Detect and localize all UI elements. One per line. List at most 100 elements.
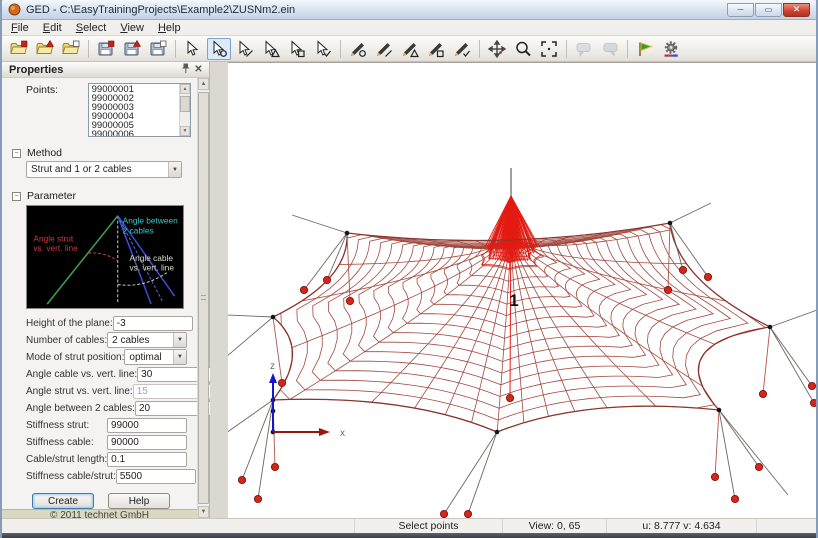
field-input-stiffness-cable[interactable] (107, 434, 187, 450)
help-button[interactable]: Help (108, 493, 170, 509)
scrollbar-thumb[interactable] (180, 96, 190, 112)
create-button[interactable]: Create (32, 493, 94, 509)
app-icon (8, 3, 21, 16)
menu-file[interactable]: File (4, 21, 36, 35)
points-label: Points: (26, 84, 59, 96)
field-input-stiffness-strut[interactable] (107, 417, 187, 433)
panel-scrollbar[interactable]: ▲ ▼ (197, 78, 209, 518)
points-list-scrollbar[interactable]: ▲ ▼ (179, 84, 190, 136)
field-label: Stiffness cable/strut: (26, 470, 116, 482)
menu-help[interactable]: Help (151, 21, 188, 35)
properties-panel-header: Properties ✕ (2, 62, 209, 78)
field-input-stiffness-cable-strut[interactable] (115, 468, 196, 484)
scrollbar-thumb[interactable] (198, 92, 209, 504)
close-button[interactable]: ✕ (783, 2, 810, 17)
main-area: Properties ✕ Points: 99000001 99000002 990… (2, 62, 816, 521)
parameter-fields: Height of the plane:Number of cables:2 c… (2, 313, 218, 485)
move-view-tool-button[interactable] (485, 38, 509, 60)
method-section-header[interactable]: − Method (2, 147, 197, 159)
field-row-angle-between-2-cables: Angle between 2 cables: (2, 400, 215, 416)
points-list: 99000001 99000002 99000003 99000004 99000005… (89, 84, 179, 136)
window-bottom-edge (2, 533, 816, 538)
points-listbox[interactable]: 99000001 99000002 99000003 99000004 99000005… (87, 83, 191, 137)
toolbar-separator (340, 39, 341, 58)
collapse-icon[interactable]: − (12, 191, 21, 201)
menu-view[interactable]: View (113, 21, 151, 35)
select-value: optimal (129, 351, 162, 363)
select-lines-tool-button[interactable] (233, 38, 257, 60)
draw-quads-tool-button[interactable] (424, 38, 448, 60)
collapse-icon[interactable]: − (12, 148, 21, 158)
select-apply-tool-button[interactable] (311, 38, 335, 60)
select-quads-tool-button[interactable] (285, 38, 309, 60)
scroll-down-icon[interactable]: ▼ (180, 126, 190, 136)
save-file-c-button[interactable] (146, 38, 170, 60)
field-row-stiffness-strut: Stiffness strut: (2, 417, 197, 433)
panel-splitter[interactable] (210, 62, 228, 518)
settings-button[interactable] (659, 38, 683, 60)
chevron-down-icon[interactable]: ▼ (173, 350, 186, 364)
ged-application-window: GED - C:\EasyTrainingProjects\Example2\Z… (0, 0, 818, 538)
model-viewport[interactable]: z x 1 (228, 62, 816, 518)
menu-select[interactable]: Select (69, 21, 114, 35)
field-input-cable-strut-length[interactable] (107, 451, 188, 467)
maximize-button[interactable]: ▭ (755, 2, 782, 17)
draw-points-tool-button[interactable] (346, 38, 370, 60)
run-button[interactable] (633, 38, 657, 60)
select-tool-button[interactable] (181, 38, 205, 60)
method-select[interactable]: Strut and 1 or 2 cables ▼ (26, 161, 182, 178)
open-file-b-button[interactable] (33, 38, 57, 60)
select-points-tool-button[interactable] (207, 37, 231, 60)
field-row-mode-of-strut-position: Mode of strut position: optimal ▼ (2, 349, 197, 365)
field-label: Height of the plane: (26, 317, 113, 329)
node-label: 1 (509, 291, 518, 310)
field-label: Angle between 2 cables: (26, 402, 135, 414)
scroll-down-icon[interactable]: ▼ (198, 506, 209, 518)
field-input-height-of-the-plane[interactable] (112, 315, 193, 331)
minimize-button[interactable]: ─ (727, 2, 754, 17)
field-label: Stiffness cable: (26, 436, 94, 448)
svg-text:vs. vert. line: vs. vert. line (130, 263, 175, 273)
status-extra (756, 519, 816, 533)
open-file-a-button[interactable] (7, 38, 31, 60)
properties-panel-title: Properties (9, 63, 64, 76)
draw-apply-tool-button[interactable] (450, 38, 474, 60)
menu-bar: File Edit Select View Help (2, 20, 816, 36)
field-select-number-of-cables[interactable]: 2 cables ▼ (107, 332, 187, 348)
toolbar-separator (627, 39, 628, 58)
method-section-label: Method (27, 147, 63, 159)
parameter-section-header[interactable]: − Parameter (2, 190, 197, 202)
status-uv-coordinates: u: 8.777 v: 4.634 (606, 519, 756, 533)
tensile-structure-scene: z x 1 (228, 168, 816, 518)
select-value: 2 cables (112, 334, 150, 346)
field-label: Cable/strut length: (26, 453, 108, 465)
field-label: Number of cables: (26, 334, 108, 346)
fit-view-button[interactable] (537, 38, 561, 60)
points-row: Points: 99000001 99000002 99000003 99000004… (2, 78, 197, 139)
svg-text:2 cables: 2 cables (123, 225, 154, 235)
scroll-up-icon[interactable]: ▲ (180, 84, 190, 94)
svg-text:z: z (270, 361, 275, 372)
scroll-up-icon[interactable]: ▲ (198, 78, 209, 90)
save-file-a-button[interactable] (94, 38, 118, 60)
draw-lines-tool-button[interactable] (372, 38, 396, 60)
comment-b-button[interactable] (598, 38, 622, 60)
pin-icon[interactable] (179, 63, 192, 77)
open-file-c-button[interactable] (59, 38, 83, 60)
save-file-b-button[interactable] (120, 38, 144, 60)
status-spacer (2, 519, 354, 533)
comment-a-button[interactable] (572, 38, 596, 60)
chevron-down-icon[interactable]: ▼ (168, 162, 181, 177)
zoom-tool-button[interactable] (511, 38, 535, 60)
panel-close-icon[interactable]: ✕ (192, 64, 205, 75)
field-select-mode-of-strut-position[interactable]: optimal ▼ (124, 349, 187, 365)
parameter-section-label: Parameter (27, 190, 77, 202)
point-list-item[interactable]: 99000006 (92, 130, 179, 136)
toolbar-separator (175, 39, 176, 58)
menu-edit[interactable]: Edit (36, 21, 69, 35)
draw-triangles-tool-button[interactable] (398, 38, 422, 60)
chevron-down-icon[interactable]: ▼ (173, 333, 186, 347)
title-bar[interactable]: GED - C:\EasyTrainingProjects\Example2\Z… (2, 0, 816, 20)
properties-panel-content: Points: 99000001 99000002 99000003 99000004… (2, 78, 218, 521)
select-triangles-tool-button[interactable] (259, 38, 283, 60)
